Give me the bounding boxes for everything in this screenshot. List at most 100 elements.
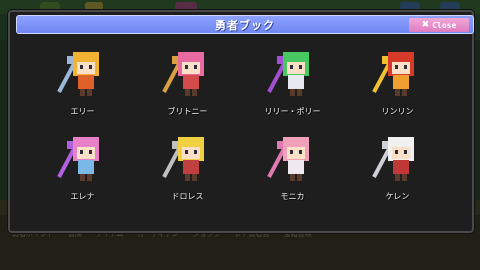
hero-card[interactable]: ドロレス <box>135 133 240 218</box>
hero-bangs <box>179 56 202 62</box>
hero-leg <box>79 174 85 181</box>
hero-bangs <box>74 141 97 147</box>
dialog-titlebar: 勇者ブック ✖ Close <box>16 15 474 34</box>
hero-eye <box>394 150 398 154</box>
hero-book-dialog: 勇者ブック ✖ Close エリー ブリトニー リリー・ポリー リンリン エレナ… <box>8 10 474 233</box>
hero-bangs <box>389 56 412 62</box>
hero-card[interactable]: エレナ <box>30 133 135 218</box>
close-label: Close <box>432 20 457 30</box>
hero-body <box>182 160 199 174</box>
hero-bangs <box>284 141 307 147</box>
hero-sprite-svg <box>56 137 99 181</box>
hero-body <box>287 160 304 174</box>
hero-eye <box>298 65 302 69</box>
hero-leg <box>296 174 302 181</box>
hero-name: ケレン <box>385 192 410 201</box>
hero-face <box>286 60 305 74</box>
hero-face <box>181 60 200 74</box>
hero-eye <box>88 150 92 154</box>
dialog-title: 勇者ブック <box>215 19 275 32</box>
hero-sprite-svg <box>266 137 309 181</box>
hero-face <box>76 145 95 159</box>
hero-sprite <box>51 133 115 185</box>
hero-face <box>286 145 305 159</box>
hero-weapon <box>371 146 392 178</box>
hero-eye <box>289 150 293 154</box>
hero-name: リンリン <box>381 107 414 116</box>
hero-sprite <box>261 133 325 185</box>
hero-leg <box>191 174 197 181</box>
hero-face <box>391 145 410 159</box>
hero-card[interactable]: リリー・ポリー <box>240 48 345 133</box>
hero-leg <box>289 174 295 181</box>
hero-leg <box>394 89 400 96</box>
hero-body <box>77 160 94 174</box>
hero-leg <box>401 89 407 96</box>
hero-weapon <box>56 61 77 93</box>
hero-eye <box>403 150 407 154</box>
hero-sprite <box>366 48 430 100</box>
hero-eye <box>88 65 92 69</box>
hero-name: エレナ <box>70 192 95 201</box>
hero-face <box>76 60 95 74</box>
hero-name: ブリトニー <box>167 107 208 116</box>
hero-sprite-svg <box>266 52 309 96</box>
hero-eye <box>79 65 83 69</box>
hero-sprite-svg <box>56 52 99 96</box>
hero-body <box>77 75 94 89</box>
hero-sprite-svg <box>161 52 204 96</box>
hero-eye <box>298 150 302 154</box>
hero-sprite-svg <box>371 52 414 96</box>
hero-eye <box>403 65 407 69</box>
hero-bangs <box>179 141 202 147</box>
hero-card[interactable]: リンリン <box>345 48 450 133</box>
hero-bangs <box>284 56 307 62</box>
hero-body <box>182 75 199 89</box>
hero-name: リリー・ポリー <box>264 107 321 116</box>
hero-leg <box>86 89 92 96</box>
hero-face <box>181 145 200 159</box>
hero-leg <box>184 174 190 181</box>
hero-bangs <box>389 141 412 147</box>
hero-leg <box>401 174 407 181</box>
hero-weapon <box>161 61 182 93</box>
hero-body <box>287 75 304 89</box>
hero-leg <box>86 174 92 181</box>
hero-name: エリー <box>70 107 95 116</box>
hero-eye <box>184 150 188 154</box>
hero-weapon <box>56 146 77 178</box>
hero-card[interactable]: エリー <box>30 48 135 133</box>
hero-name: ドロレス <box>171 192 204 201</box>
hero-weapon <box>161 146 182 178</box>
hero-eye <box>193 150 197 154</box>
hero-eye <box>394 65 398 69</box>
hero-name: モニカ <box>280 192 305 201</box>
hero-weapon <box>266 61 287 93</box>
hero-face <box>391 60 410 74</box>
hero-sprite-svg <box>371 137 414 181</box>
hero-eye <box>193 65 197 69</box>
hero-weapon <box>371 61 392 93</box>
hero-eye <box>184 65 188 69</box>
hero-sprite-svg <box>161 137 204 181</box>
hero-sprite <box>366 133 430 185</box>
hero-leg <box>191 89 197 96</box>
hero-grid: エリー ブリトニー リリー・ポリー リンリン エレナ ドロレス モニカ ケレン <box>30 48 450 218</box>
hero-sprite <box>156 133 220 185</box>
hero-sprite <box>51 48 115 100</box>
hero-card[interactable]: ブリトニー <box>135 48 240 133</box>
hero-sprite <box>261 48 325 100</box>
hero-bangs <box>74 56 97 62</box>
hero-body <box>392 160 409 174</box>
close-button[interactable]: ✖ Close <box>409 18 469 32</box>
hero-leg <box>184 89 190 96</box>
hero-card[interactable]: ケレン <box>345 133 450 218</box>
close-icon: ✖ <box>421 19 430 30</box>
hero-eye <box>289 65 293 69</box>
hero-card[interactable]: モニカ <box>240 133 345 218</box>
hero-leg <box>289 89 295 96</box>
hero-eye <box>79 150 83 154</box>
hero-leg <box>296 89 302 96</box>
hero-leg <box>79 89 85 96</box>
hero-weapon <box>266 146 287 178</box>
